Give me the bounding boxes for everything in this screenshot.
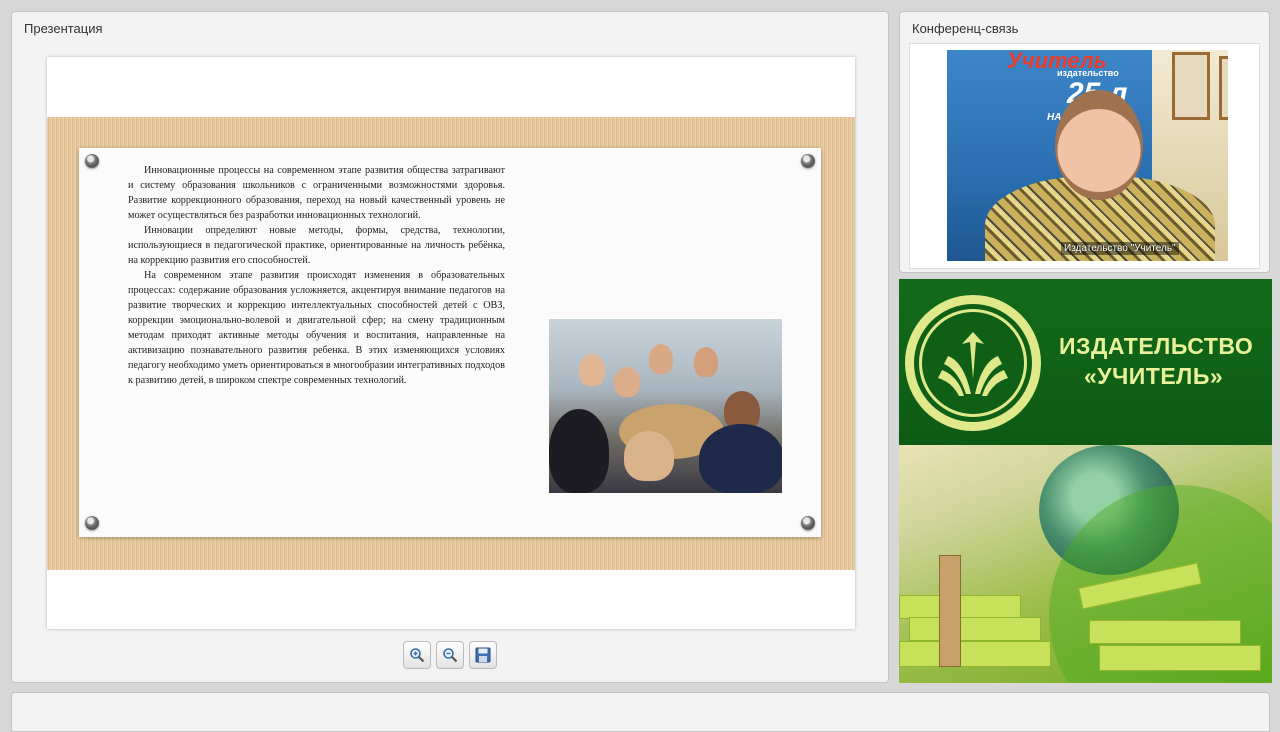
slide-paragraph: Инновационные процессы на современном эт… bbox=[128, 165, 505, 221]
save-button[interactable] bbox=[469, 641, 497, 669]
video-caption: Издательство "Учитель" bbox=[1061, 242, 1179, 255]
brand-name-line2: «УЧИТЕЛЬ» bbox=[1084, 363, 1224, 389]
photo-child bbox=[614, 367, 640, 397]
publisher-banner: ИЗДАТЕЛЬСТВО «УЧИТЕЛЬ» bbox=[899, 279, 1272, 683]
publisher-logo bbox=[905, 295, 1041, 431]
conference-panel: Конференц-связь Учитель издательство 25 … bbox=[899, 11, 1270, 273]
slide-paragraph: На современном этапе развития происходят… bbox=[128, 270, 505, 386]
slide-paragraph: Инновации определяют новые методы, формы… bbox=[128, 225, 505, 266]
banner-header: ИЗДАТЕЛЬСТВО «УЧИТЕЛЬ» bbox=[899, 279, 1272, 445]
pin-icon bbox=[801, 154, 815, 168]
conference-panel-title: Конференц-связь bbox=[912, 21, 1019, 36]
video-container[interactable]: Учитель издательство 25 л НА КНИЖН Издат… bbox=[909, 43, 1260, 269]
brand-name-line1: ИЗДАТЕЛЬСТВО bbox=[1059, 333, 1254, 359]
slide-paper-sheet: Инновационные процессы на современном эт… bbox=[79, 148, 821, 537]
book-illustration bbox=[1099, 645, 1261, 671]
photo-child bbox=[694, 347, 718, 377]
zoom-in-icon bbox=[410, 648, 425, 663]
banner-books-image bbox=[899, 445, 1272, 683]
book-illustration bbox=[939, 555, 961, 667]
pin-icon bbox=[801, 516, 815, 530]
pin-icon bbox=[85, 154, 99, 168]
presentation-slide[interactable]: Инновационные процессы на современном эт… bbox=[47, 57, 855, 629]
bottom-panel bbox=[11, 692, 1270, 732]
webcam-video: Учитель издательство 25 л НА КНИЖН Издат… bbox=[947, 50, 1228, 261]
book-illustration bbox=[1089, 620, 1241, 644]
wall-frame bbox=[1219, 56, 1228, 120]
photo-child bbox=[549, 409, 609, 493]
photo-child bbox=[579, 354, 605, 386]
zoom-out-button[interactable] bbox=[436, 641, 464, 669]
save-icon bbox=[475, 647, 491, 663]
photo-child bbox=[699, 424, 782, 493]
presentation-panel: Презентация Инновационные процессы на со… bbox=[11, 11, 889, 683]
photo-child bbox=[624, 431, 674, 481]
book-emblem-icon bbox=[938, 332, 1008, 396]
classroom-photo bbox=[549, 319, 782, 493]
speaker-head bbox=[1055, 90, 1143, 200]
photo-child bbox=[649, 344, 673, 374]
pin-icon bbox=[85, 516, 99, 530]
zoom-in-button[interactable] bbox=[403, 641, 431, 669]
slide-text: Инновационные процессы на современном эт… bbox=[128, 163, 505, 388]
zoom-out-icon bbox=[443, 648, 458, 663]
wall-frame bbox=[1172, 52, 1210, 120]
book-illustration bbox=[899, 641, 1051, 667]
presentation-panel-title: Презентация bbox=[24, 21, 103, 36]
book-illustration bbox=[909, 617, 1041, 641]
